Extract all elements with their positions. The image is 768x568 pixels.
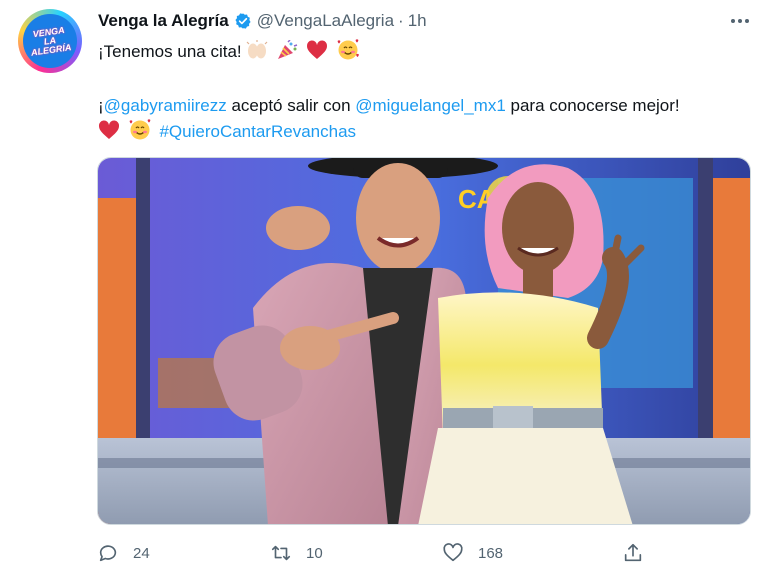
red-heart-emoji bbox=[98, 120, 120, 139]
raising-hands-emoji bbox=[246, 40, 268, 59]
like-count: 168 bbox=[478, 544, 504, 562]
more-horizontal-icon bbox=[731, 19, 749, 23]
header-separator: · bbox=[398, 11, 404, 30]
red-heart-emoji bbox=[306, 40, 327, 59]
mention-link[interactable]: @gabyramiirezz bbox=[104, 96, 227, 115]
tweet-header: Venga la Alegría @VengaLaAlegria · 1h bbox=[98, 10, 427, 32]
tweet-text: para conocerse mejor! bbox=[505, 96, 680, 115]
verified-badge-icon bbox=[235, 13, 251, 29]
reply-button[interactable]: 24 bbox=[97, 538, 150, 568]
tweet-text-line2: ¡@gabyramiirezz aceptó salir con @miguel… bbox=[98, 94, 680, 117]
tweet-timestamp[interactable]: 1h bbox=[408, 11, 427, 31]
avatar-logo: VENGA LA ALEGRÍA bbox=[25, 24, 74, 57]
avatar[interactable]: VENGA LA ALEGRÍA bbox=[18, 9, 82, 73]
party-popper-emoji bbox=[278, 40, 298, 59]
retweet-icon bbox=[271, 545, 291, 561]
smiling-face-with-hearts-emoji bbox=[129, 119, 151, 140]
mention-link[interactable]: @miguelangel_mx1 bbox=[355, 96, 506, 115]
share-icon bbox=[624, 543, 642, 562]
like-button[interactable]: 168 bbox=[442, 538, 503, 568]
hashtag-link[interactable]: #QuieroCantarRevanchas bbox=[159, 122, 356, 141]
avatar-logo-disc: VENGA LA ALEGRÍA bbox=[23, 14, 77, 68]
retweet-count: 10 bbox=[306, 544, 323, 562]
retweet-button[interactable]: 10 bbox=[270, 538, 323, 568]
photo-illustration: CANTA bbox=[98, 158, 750, 524]
tweet-text: aceptó salir con bbox=[226, 96, 356, 115]
tweet-text-line3: #QuieroCantarRevanchas bbox=[98, 118, 356, 143]
heart-icon bbox=[443, 543, 463, 562]
reply-count: 24 bbox=[133, 544, 150, 562]
author-handle[interactable]: @VengaLaAlegria bbox=[257, 11, 394, 31]
more-options-button[interactable] bbox=[725, 10, 755, 32]
share-button[interactable] bbox=[622, 538, 644, 568]
tweet-photo[interactable]: CANTA bbox=[97, 157, 751, 525]
author-display-name[interactable]: Venga la Alegría bbox=[98, 11, 229, 31]
reply-icon bbox=[99, 545, 117, 562]
tweet-text-line1: ¡Tenemos una cita! bbox=[98, 38, 363, 63]
tweet-text: ¡Tenemos una cita! bbox=[98, 42, 247, 61]
smiling-face-with-hearts-emoji bbox=[337, 39, 359, 60]
